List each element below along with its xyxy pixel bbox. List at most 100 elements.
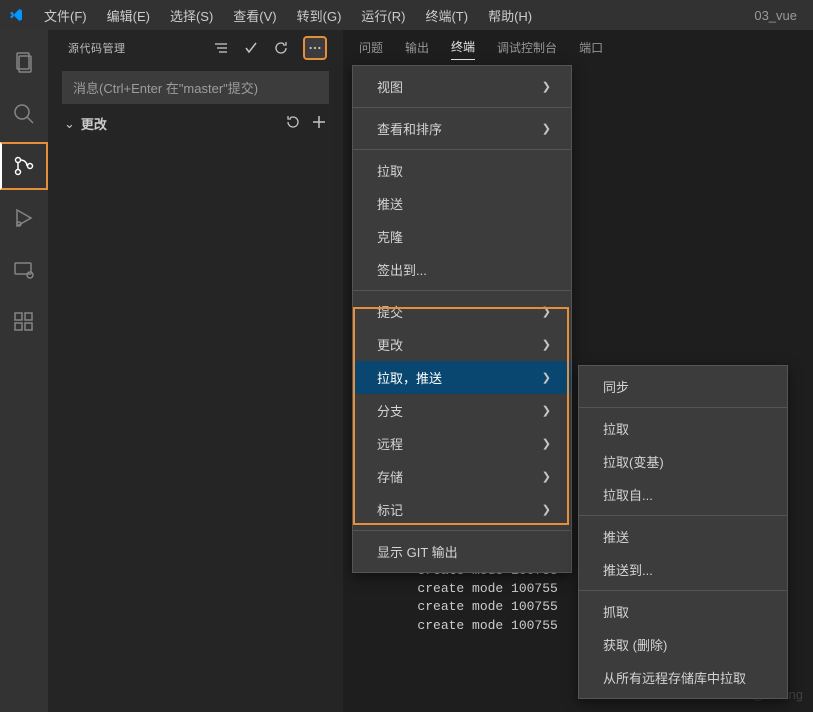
chevron-right-icon: ❯ xyxy=(542,122,551,135)
pullpush-menu-item[interactable]: 获取 (删除) xyxy=(579,628,787,661)
panel-tabs: 问题 输出 终端 调试控制台 端口 xyxy=(343,30,813,65)
scm-menu-item[interactable]: 视图 ❯ xyxy=(353,70,571,103)
scm-menu-item[interactable]: 拉取 xyxy=(353,154,571,187)
scm-menu-item[interactable]: 标记 ❯ xyxy=(353,493,571,526)
scm-menu-label: 存储 xyxy=(377,467,403,486)
scm-menu-label: 克隆 xyxy=(377,227,403,246)
pullpush-menu-item[interactable]: 拉取自... xyxy=(579,478,787,511)
scm-menu-label: 更改 xyxy=(377,335,403,354)
chevron-right-icon: ❯ xyxy=(542,404,551,417)
panel-tab-output[interactable]: 输出 xyxy=(405,35,429,60)
scm-menu-item[interactable]: 显示 GIT 输出 xyxy=(353,535,571,568)
vscode-logo-icon xyxy=(8,7,24,23)
panel-tab-problems[interactable]: 问题 xyxy=(359,35,383,60)
pullpush-menu-item[interactable]: 从所有远程存储库中拉取 xyxy=(579,661,787,694)
scm-menu-label: 拉取 xyxy=(377,161,403,180)
scm-menu-label: 标记 xyxy=(377,500,403,519)
chevron-right-icon: ❯ xyxy=(542,305,551,318)
menu-separator xyxy=(353,107,571,108)
pullpush-menu-label: 从所有远程存储库中拉取 xyxy=(603,668,746,687)
chevron-right-icon: ❯ xyxy=(542,338,551,351)
activity-remote[interactable] xyxy=(0,246,48,294)
pullpush-menu-item[interactable]: 同步 xyxy=(579,370,787,403)
scm-menu-item[interactable]: 签出到... xyxy=(353,253,571,286)
pullpush-menu-label: 抓取 xyxy=(603,602,629,621)
activity-source-control[interactable] xyxy=(0,142,48,190)
commit-icon[interactable] xyxy=(243,40,259,56)
chevron-right-icon: ❯ xyxy=(542,503,551,516)
menu-separator xyxy=(579,515,787,516)
menu-selection[interactable]: 选择(S) xyxy=(162,2,221,29)
changes-label: 更改 xyxy=(81,114,279,133)
menu-help[interactable]: 帮助(H) xyxy=(480,2,540,29)
scm-menu-item[interactable]: 推送 xyxy=(353,187,571,220)
menu-view[interactable]: 查看(V) xyxy=(225,2,284,29)
pullpush-menu-label: 推送 xyxy=(603,527,629,546)
menu-go[interactable]: 转到(G) xyxy=(289,2,350,29)
more-actions-button[interactable] xyxy=(303,36,327,60)
chevron-right-icon: ❯ xyxy=(542,470,551,483)
window-title: 03_vue xyxy=(544,8,805,23)
chevron-right-icon: ❯ xyxy=(542,371,551,384)
refresh-icon[interactable] xyxy=(273,40,289,56)
pullpush-menu-item[interactable]: 推送到... xyxy=(579,553,787,586)
pullpush-menu-label: 同步 xyxy=(603,377,629,396)
chevron-down-icon: ⌄ xyxy=(64,116,75,132)
scm-menu-label: 分支 xyxy=(377,401,403,420)
panel-tab-debug-console[interactable]: 调试控制台 xyxy=(497,35,557,60)
menu-separator xyxy=(579,590,787,591)
discard-changes-icon[interactable] xyxy=(285,114,301,133)
pull-push-submenu: 同步拉取拉取(变基) 拉取自... 推送推送到... 抓取获取 (删除) 从所有远程存储… xyxy=(578,365,788,699)
scm-menu-label: 显示 GIT 输出 xyxy=(377,542,458,561)
pullpush-menu-label: 拉取自... xyxy=(603,485,653,504)
scm-menu-item[interactable]: 查看和排序 ❯ xyxy=(353,112,571,145)
sidebar-title: 源代码管理 xyxy=(68,40,213,56)
changes-section[interactable]: ⌄ 更改 xyxy=(48,110,343,137)
stage-all-icon[interactable] xyxy=(311,114,327,133)
scm-menu-label: 提交 xyxy=(377,302,403,321)
scm-menu-item[interactable]: 分支 ❯ xyxy=(353,394,571,427)
activity-explorer[interactable] xyxy=(0,38,48,86)
scm-menu-label: 远程 xyxy=(377,434,403,453)
menu-terminal[interactable]: 终端(T) xyxy=(417,2,476,29)
scm-menu-label: 拉取，推送 xyxy=(377,368,442,387)
pullpush-menu-label: 拉取 xyxy=(603,419,629,438)
pullpush-menu-item[interactable]: 拉取 xyxy=(579,412,787,445)
menu-separator xyxy=(353,290,571,291)
activity-extensions[interactable] xyxy=(0,298,48,346)
menu-separator xyxy=(353,149,571,150)
pullpush-menu-item[interactable]: 拉取(变基) xyxy=(579,445,787,478)
scm-menu-item[interactable]: 远程 ❯ xyxy=(353,427,571,460)
menu-separator xyxy=(353,530,571,531)
activity-bar xyxy=(0,30,48,712)
scm-sidebar: 源代码管理 消息(Ctrl+Enter 在"master"提交) ⌄ 更改 xyxy=(48,30,343,712)
chevron-right-icon: ❯ xyxy=(542,437,551,450)
pullpush-menu-label: 获取 (删除) xyxy=(603,635,667,654)
scm-menu-item[interactable]: 克隆 xyxy=(353,220,571,253)
menu-run[interactable]: 运行(R) xyxy=(353,2,413,29)
scm-menu-label: 推送 xyxy=(377,194,403,213)
scm-menu-item[interactable]: 存储 ❯ xyxy=(353,460,571,493)
pullpush-menu-item[interactable]: 抓取 xyxy=(579,595,787,628)
tree-view-icon[interactable] xyxy=(213,40,229,56)
panel-tab-ports[interactable]: 端口 xyxy=(579,35,603,60)
menubar: 文件(F) 编辑(E) 选择(S) 查看(V) 转到(G) 运行(R) 终端(T… xyxy=(0,0,813,30)
pullpush-menu-label: 推送到... xyxy=(603,560,653,579)
activity-run-debug[interactable] xyxy=(0,194,48,242)
scm-menu-item[interactable]: 更改 ❯ xyxy=(353,328,571,361)
menu-edit[interactable]: 编辑(E) xyxy=(99,2,158,29)
menu-separator xyxy=(579,407,787,408)
activity-search[interactable] xyxy=(0,90,48,138)
menu-file[interactable]: 文件(F) xyxy=(36,2,95,29)
chevron-right-icon: ❯ xyxy=(542,80,551,93)
scm-menu-item[interactable]: 拉取，推送 ❯ xyxy=(353,361,571,394)
commit-message-input[interactable]: 消息(Ctrl+Enter 在"master"提交) xyxy=(62,71,329,104)
pullpush-menu-item[interactable]: 推送 xyxy=(579,520,787,553)
panel-tab-terminal[interactable]: 终端 xyxy=(451,34,475,60)
pullpush-menu-label: 拉取(变基) xyxy=(603,452,664,471)
scm-context-menu: 视图❯查看和排序❯拉取推送克隆签出到...提交❯更改❯拉取，推送❯分支❯远程❯存… xyxy=(352,65,572,573)
scm-menu-item[interactable]: 提交 ❯ xyxy=(353,295,571,328)
scm-menu-label: 签出到... xyxy=(377,260,427,279)
scm-menu-label: 视图 xyxy=(377,77,403,96)
scm-menu-label: 查看和排序 xyxy=(377,119,442,138)
